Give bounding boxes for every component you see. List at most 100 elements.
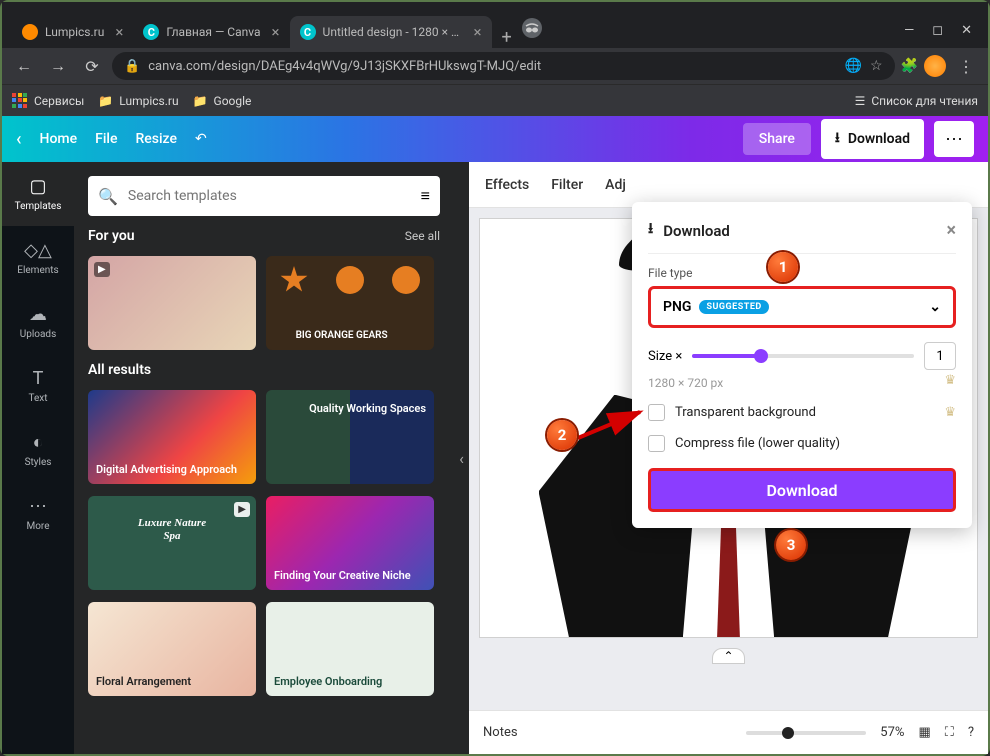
url-bar[interactable]: 🔒 canva.com/design/DAEg4v4qWVg/9J13jSKXF… <box>112 52 895 80</box>
more-button[interactable]: ⋯ <box>934 121 974 157</box>
browser-tab-2[interactable]: C Главная — Canva × <box>133 16 289 48</box>
download-icon: ⭳ <box>835 127 840 151</box>
close-icon[interactable]: × <box>272 23 280 41</box>
sidenav-templates[interactable]: ▢Templates <box>2 162 74 226</box>
sidenav-label: More <box>26 521 49 532</box>
search-input[interactable] <box>128 188 411 204</box>
chevron-down-icon: ⌄ <box>929 299 941 315</box>
panel-collapse[interactable]: ‹ <box>454 162 469 754</box>
transparent-row[interactable]: Transparent background ♛ <box>648 404 956 421</box>
template-card[interactable]: Quality Working Spaces <box>266 390 434 484</box>
size-slider[interactable] <box>692 354 914 358</box>
share-label: Share <box>759 131 795 147</box>
zoom-slider[interactable] <box>746 731 866 735</box>
maximize-icon[interactable]: ◻ <box>932 23 943 38</box>
resize-button[interactable]: Resize <box>135 131 177 147</box>
bookmark-label: Сервисы <box>34 94 84 108</box>
bookmark-folder-2[interactable]: 📁Google <box>193 94 252 108</box>
star-icon[interactable]: ☆ <box>870 58 883 74</box>
file-type-select[interactable]: PNG SUGGESTED ⌄ <box>648 286 956 328</box>
translate-icon[interactable]: 🌐 <box>845 58 862 74</box>
template-card[interactable]: Floral Arrangement <box>88 602 256 696</box>
minimize-icon[interactable]: — <box>904 23 914 38</box>
favicon: C <box>300 24 316 40</box>
template-card[interactable]: BIG ORANGE GEARS <box>266 256 434 350</box>
template-card[interactable]: ▶Luxure Nature Spa <box>88 496 256 590</box>
bottom-bar: Notes 57% ▦ ⛶ ? <box>469 710 988 754</box>
crown-icon: ♛ <box>944 373 956 388</box>
section-title: For you <box>88 228 135 244</box>
grid-view-icon[interactable]: ▦ <box>918 725 930 740</box>
incognito-icon <box>522 18 542 38</box>
sidenav-more[interactable]: ⋯More <box>2 482 74 546</box>
fullscreen-icon[interactable]: ⛶ <box>945 725 954 740</box>
search-templates[interactable]: 🔍 ≡ <box>88 176 440 216</box>
back-icon[interactable]: ← <box>10 56 38 76</box>
browser-menu-icon[interactable]: ⋮ <box>952 57 980 76</box>
file-button[interactable]: File <box>95 131 117 147</box>
sidenav-label: Elements <box>17 265 58 276</box>
template-card[interactable]: ▶ <box>88 256 256 350</box>
window-controls: — ◻ ✕ <box>904 23 988 48</box>
size-label: Size × <box>648 349 682 364</box>
file-type-label: File type <box>648 266 956 280</box>
close-icon[interactable]: × <box>946 220 956 241</box>
search-icon: 🔍 <box>98 187 118 206</box>
card-title: Floral Arrangement <box>96 675 191 688</box>
close-window-icon[interactable]: ✕ <box>961 23 972 38</box>
elements-icon: ◇△ <box>24 240 52 261</box>
reload-icon[interactable]: ⟳ <box>78 57 106 76</box>
download-action-label: Download <box>766 481 837 500</box>
help-icon[interactable]: ? <box>968 725 974 740</box>
sidenav-text[interactable]: TText <box>2 354 74 418</box>
close-icon[interactable]: × <box>474 23 482 41</box>
card-title: Finding Your Creative Niche <box>274 569 411 582</box>
reading-list[interactable]: ☰Список для чтения <box>855 94 978 108</box>
transparent-label: Transparent background <box>675 405 816 420</box>
card-title: Luxure Nature Spa <box>130 517 214 543</box>
close-icon[interactable]: × <box>115 23 123 41</box>
card-title: Digital Advertising Approach <box>96 463 237 476</box>
bookmark-apps[interactable]: Сервисы <box>12 93 84 109</box>
undo-icon[interactable]: ↶ <box>195 131 207 147</box>
sidenav-elements[interactable]: ◇△ Elements <box>2 226 74 290</box>
callout-3: 3 <box>776 530 806 560</box>
url-text: canva.com/design/DAEg4v4qWVg/9J13jSKXFBr… <box>148 59 836 74</box>
bookmark-folder-1[interactable]: 📁Lumpics.ru <box>98 94 178 108</box>
download-button[interactable]: ⭳Download <box>821 119 924 159</box>
callout-2: 2 <box>547 420 577 450</box>
browser-tab-3[interactable]: C Untitled design - 1280 × 720px × <box>290 16 492 48</box>
zoom-value[interactable]: 57% <box>880 725 904 740</box>
chevron-up-icon[interactable]: ⌃ <box>712 648 744 664</box>
sidenav-styles[interactable]: ◐ Styles <box>2 418 74 482</box>
template-card[interactable]: Employee Onboarding <box>266 602 434 696</box>
forward-icon[interactable]: → <box>44 56 72 76</box>
home-button[interactable]: Home <box>40 131 78 147</box>
share-button[interactable]: Share <box>743 123 811 155</box>
sidenav-label: Styles <box>25 457 52 468</box>
avatar[interactable] <box>924 55 946 77</box>
styles-icon: ◐ <box>33 432 44 453</box>
filter-button[interactable]: Filter <box>551 177 583 193</box>
sidenav-uploads[interactable]: ☁Uploads <box>2 290 74 354</box>
filter-icon[interactable]: ≡ <box>421 186 430 206</box>
adjust-button[interactable]: Adj <box>605 177 626 193</box>
notes-button[interactable]: Notes <box>483 725 518 740</box>
template-card[interactable]: Digital Advertising Approach <box>88 390 256 484</box>
size-value[interactable]: 1 <box>924 342 956 370</box>
section-all-results: All results <box>88 362 440 378</box>
download-action-button[interactable]: Download <box>648 468 956 512</box>
browser-tab-1[interactable]: Lumpics.ru × <box>12 16 133 48</box>
compress-label: Compress file (lower quality) <box>675 436 840 451</box>
extensions-icon[interactable]: 🧩 <box>901 58 918 74</box>
sidenav-label: Uploads <box>20 329 56 340</box>
canva-topbar: ‹ Home File Resize ↶ Share ⭳Download ⋯ <box>2 116 988 162</box>
template-card[interactable]: Finding Your Creative Niche <box>266 496 434 590</box>
see-all-link[interactable]: See all <box>405 229 440 243</box>
effects-button[interactable]: Effects <box>485 177 529 193</box>
page-strip[interactable]: ⌃ <box>469 648 988 664</box>
back-chevron-icon[interactable]: ‹ <box>16 129 22 150</box>
templates-panel: 🔍 ≡ For you See all ▶ BIG ORANGE GEARS Al… <box>74 162 454 754</box>
compress-row[interactable]: Compress file (lower quality) <box>648 435 956 452</box>
new-tab-button[interactable]: + <box>492 27 522 48</box>
